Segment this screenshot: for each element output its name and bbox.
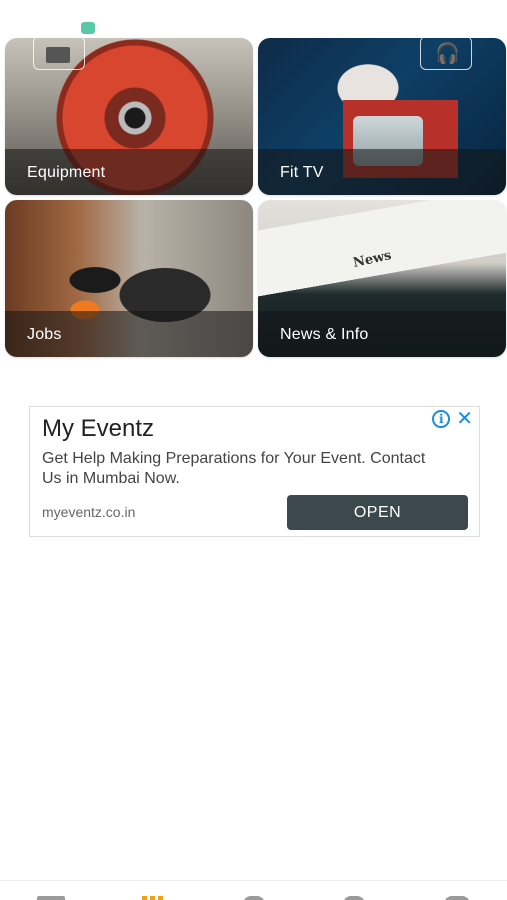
info-icon[interactable]	[343, 896, 365, 900]
ad-choices: i ✕	[432, 409, 473, 429]
ad-title: My Eventz	[42, 415, 155, 442]
search-icon[interactable]	[243, 896, 265, 900]
status-indicator-icon	[81, 22, 95, 34]
app-screen: Equipment Fit TV Jobs News News & Info M…	[0, 0, 507, 900]
tile-label-fit-tv: Fit TV	[280, 164, 324, 181]
tile-fit-tv[interactable]: Fit TV	[258, 38, 506, 195]
tile-label-equipment: Equipment	[27, 164, 106, 181]
tile-label-jobs: Jobs	[27, 326, 62, 343]
ad-open-button[interactable]: OPEN	[287, 495, 468, 530]
ad-description: Get Help Making Preparations for Your Ev…	[42, 450, 426, 487]
ad-banner[interactable]: My Eventz i ✕ Get Help Making Preparatio…	[29, 406, 480, 537]
bottom-navigation	[0, 880, 507, 900]
equipment-badge-icon	[33, 38, 85, 70]
home-icon[interactable]	[37, 896, 65, 900]
grid-icon[interactable]	[142, 896, 164, 900]
ad-url[interactable]: myeventz.co.in	[42, 504, 135, 520]
tile-jobs[interactable]: Jobs	[5, 200, 253, 357]
user-icon[interactable]	[444, 896, 470, 900]
headphones-icon	[420, 38, 472, 70]
tile-news-info[interactable]: News News & Info	[258, 200, 506, 357]
info-icon[interactable]: i	[432, 410, 451, 428]
tile-label-news-info: News & Info	[280, 326, 369, 343]
close-icon[interactable]: ✕	[456, 409, 473, 429]
tile-equipment[interactable]: Equipment	[5, 38, 253, 195]
